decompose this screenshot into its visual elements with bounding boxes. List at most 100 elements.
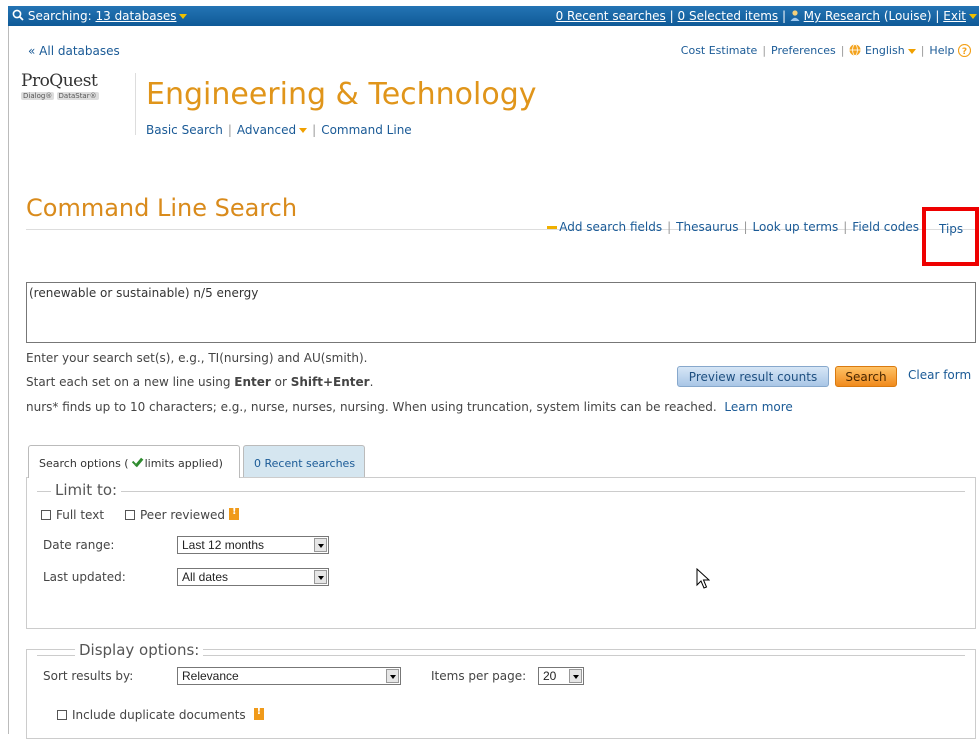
last-updated-value: All dates	[182, 570, 229, 584]
limit-panel: Limit to: Full text Peer reviewed Date r…	[26, 477, 976, 629]
field-codes-link[interactable]: Field codes	[852, 220, 919, 234]
separator: |	[840, 44, 845, 57]
mouse-cursor-icon	[696, 568, 710, 589]
help-link[interactable]: Help	[929, 44, 954, 57]
tab-options-pre: Search options (	[39, 457, 129, 470]
duplicates-label: Include duplicate documents	[72, 708, 246, 722]
search-icon	[12, 9, 24, 21]
last-updated-select[interactable]: All dates	[177, 568, 329, 586]
tips-link[interactable]: Tips	[939, 222, 963, 236]
chevron-down-icon[interactable]	[314, 570, 327, 584]
svg-text:?: ?	[962, 47, 967, 57]
recent-searches-link[interactable]: 0 Recent searches	[556, 9, 666, 23]
help-newline-or: or	[270, 375, 291, 389]
chevron-down-icon[interactable]	[179, 14, 188, 19]
clear-form-link[interactable]: Clear form	[908, 368, 971, 382]
account-links: 0 Recent searches | 0 Selected items | M…	[556, 6, 977, 26]
cost-estimate-link[interactable]: Cost Estimate	[681, 44, 758, 57]
chevron-down-icon[interactable]	[907, 48, 916, 54]
separator: |	[843, 220, 848, 234]
basic-search-link[interactable]: Basic Search	[146, 123, 223, 137]
peer-reviewed-option[interactable]: Peer reviewed	[125, 506, 240, 522]
sort-label: Sort results by:	[43, 669, 134, 683]
tab-recent-searches[interactable]: 0 Recent searches	[243, 445, 365, 477]
limit-legend: Limit to:	[51, 481, 122, 499]
separator: |	[781, 9, 790, 23]
info-icon[interactable]	[253, 706, 264, 720]
last-updated-label: Last updated:	[43, 570, 126, 584]
peer-reviewed-label: Peer reviewed	[140, 508, 226, 522]
items-per-page-select[interactable]: 20	[538, 667, 584, 685]
full-text-label: Full text	[56, 508, 105, 522]
chevron-down-icon[interactable]	[969, 14, 977, 19]
command-line-input[interactable]: (renewable or sustainable) n/5 energy	[26, 282, 976, 343]
date-range-select[interactable]: Last 12 months	[177, 536, 329, 554]
look-up-terms-link[interactable]: Look up terms	[753, 220, 839, 234]
chevron-down-icon[interactable]	[299, 128, 308, 133]
duplicates-option[interactable]: Include duplicate documents	[57, 706, 264, 722]
learn-more-link[interactable]: Learn more	[724, 400, 792, 414]
peer-reviewed-checkbox[interactable]	[125, 510, 135, 520]
chevron-down-icon[interactable]	[569, 669, 582, 683]
check-icon	[131, 457, 143, 469]
add-search-fields-link[interactable]: Add search fields	[559, 220, 662, 234]
exit-link[interactable]: Exit	[943, 9, 966, 23]
command-line-link[interactable]: Command Line	[321, 123, 412, 137]
display-panel: Display options: Sort results by: Releva…	[26, 641, 976, 739]
selected-items-link[interactable]: 0 Selected items	[678, 9, 779, 23]
top-bar: Searching: 13 databases 0 Recent searche…	[8, 6, 979, 26]
chevron-down-icon[interactable]	[386, 669, 399, 683]
databases-link[interactable]: 13 databases	[95, 9, 176, 23]
separator: |	[312, 123, 317, 137]
preferences-link[interactable]: Preferences	[771, 44, 836, 57]
separator: |	[920, 44, 925, 57]
legend-rule	[37, 491, 965, 492]
preview-result-counts-button[interactable]: Preview result counts	[677, 366, 829, 387]
logo-datastar: DataStar®	[56, 92, 99, 100]
user-name: (Louise)	[883, 9, 932, 23]
items-per-page-label: Items per page:	[431, 669, 527, 683]
help-newline-pre: Start each set on a new line using	[26, 375, 235, 389]
help-example: Enter your search set(s), e.g., TI(nursi…	[26, 351, 368, 365]
help-key-shift-enter: Shift+Enter	[290, 375, 370, 389]
searching-indicator: Searching: 13 databases	[12, 6, 188, 26]
logo-dialog: Dialog®	[21, 92, 55, 100]
search-button[interactable]: Search	[835, 366, 897, 387]
tab-search-options[interactable]: Search options (limits applied)	[28, 445, 240, 478]
full-text-checkbox[interactable]	[41, 510, 51, 520]
logo-divider	[135, 73, 136, 135]
info-icon[interactable]	[229, 506, 240, 520]
page-title: Command Line Search	[26, 194, 298, 222]
display-legend: Display options:	[75, 641, 204, 659]
tips-highlight: Tips	[922, 207, 979, 266]
globe-icon	[849, 44, 861, 56]
help-key-enter: Enter	[234, 375, 271, 389]
thesaurus-link[interactable]: Thesaurus	[676, 220, 738, 234]
date-range-label: Date range:	[43, 538, 115, 552]
language-selector[interactable]: English	[865, 44, 905, 57]
help-truncation: nurs* finds up to 10 characters; e.g., n…	[26, 400, 793, 414]
duplicates-checkbox[interactable]	[57, 710, 67, 720]
utility-nav: Cost Estimate | Preferences | English | Help …	[681, 43, 972, 58]
full-text-option[interactable]: Full text	[41, 508, 104, 522]
help-newline: Start each set on a new line using Enter…	[26, 375, 373, 389]
separator: |	[743, 220, 748, 234]
separator: |	[667, 220, 672, 234]
separator: |	[669, 9, 678, 23]
proquest-logo[interactable]: ProQuest Dialog® DataStar®	[21, 71, 129, 127]
my-research-link[interactable]: My Research	[804, 9, 880, 23]
sort-value: Relevance	[182, 669, 239, 683]
searching-label: Searching:	[27, 9, 92, 23]
app-title: Engineering & Technology	[146, 77, 537, 112]
advanced-search-link[interactable]: Advanced	[237, 123, 296, 137]
help-newline-post: .	[369, 375, 374, 389]
add-icon	[547, 226, 558, 229]
help-icon[interactable]: ?	[957, 43, 972, 58]
chevron-down-icon[interactable]	[314, 538, 327, 552]
search-tools: Add search fields | Thesaurus | Look up term…	[547, 220, 969, 234]
all-databases-link[interactable]: « All databases	[28, 44, 120, 58]
logo-wordmark: ProQuest	[21, 71, 98, 91]
help-truncation-text: nurs* finds up to 10 characters; e.g., n…	[26, 400, 717, 414]
logo-subbrands: Dialog® DataStar®	[21, 92, 129, 100]
sort-select[interactable]: Relevance	[177, 667, 401, 685]
